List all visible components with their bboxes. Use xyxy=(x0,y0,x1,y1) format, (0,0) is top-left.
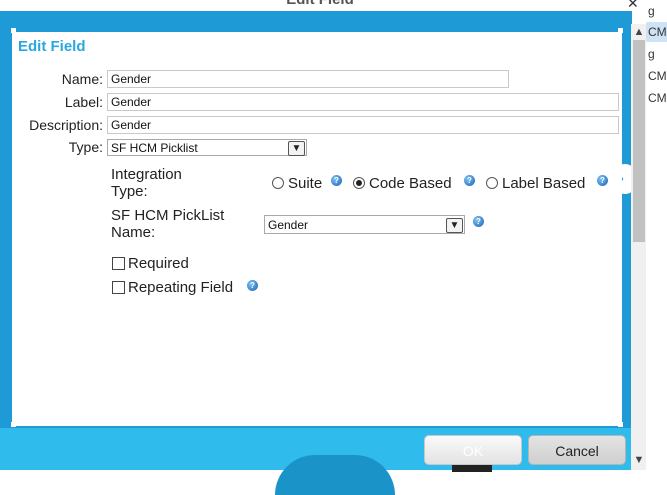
side-panel-item[interactable]: CM xyxy=(648,25,667,39)
scroll-up-arrow-icon[interactable]: ▲ xyxy=(632,24,646,40)
panel-corner-marker xyxy=(11,28,16,33)
help-icon[interactable]: ? xyxy=(473,216,484,227)
scrollbar-thumb[interactable] xyxy=(633,40,645,242)
cancel-button[interactable]: Cancel xyxy=(528,435,626,465)
help-icon[interactable]: ? xyxy=(464,175,475,186)
chevron-down-icon[interactable]: ▼ xyxy=(288,141,305,156)
panel-corner-marker xyxy=(618,28,623,33)
picklist-name-select-value: Gender xyxy=(268,218,309,232)
radio-suite-label[interactable]: Suite xyxy=(288,175,322,192)
type-select[interactable]: SF HCM Picklist ▼ xyxy=(107,139,307,156)
integration-type-label-line2: Type: xyxy=(111,183,148,200)
help-icon[interactable]: ? xyxy=(247,280,258,291)
radio-label-based[interactable] xyxy=(486,177,498,189)
picklist-name-select[interactable]: Gender ▼ xyxy=(264,215,465,234)
help-icon[interactable]: ? xyxy=(331,175,342,186)
required-checkbox[interactable] xyxy=(112,257,125,270)
dialog-title: Edit Field xyxy=(270,0,370,8)
repeating-field-label[interactable]: Repeating Field xyxy=(128,279,233,296)
type-label: Type: xyxy=(68,139,103,155)
name-label: Name: xyxy=(61,71,103,87)
form-heading: Edit Field xyxy=(18,38,86,55)
repeating-field-checkbox[interactable] xyxy=(112,281,125,294)
footer-decoration xyxy=(275,455,395,495)
ok-button[interactable]: OK xyxy=(424,435,522,465)
side-panel-item[interactable]: CM xyxy=(648,91,667,105)
picklist-name-label-line2: Name: xyxy=(111,224,156,241)
label-label: Label: xyxy=(64,94,103,110)
help-icon[interactable]: ? xyxy=(597,175,608,186)
radio-suite[interactable] xyxy=(272,177,284,189)
name-input[interactable]: Gender xyxy=(107,70,509,88)
radio-label-based-label[interactable]: Label Based xyxy=(502,175,585,192)
radio-code-based[interactable] xyxy=(353,177,365,189)
required-label[interactable]: Required xyxy=(128,255,189,272)
side-panel-item[interactable]: g xyxy=(648,4,655,18)
side-panel-item[interactable]: CM xyxy=(648,69,667,83)
close-icon[interactable]: ✕ xyxy=(627,0,639,12)
panel-corner-marker xyxy=(618,422,623,427)
description-input[interactable]: Gender xyxy=(107,116,619,134)
type-select-value: SF HCM Picklist xyxy=(111,141,198,155)
scroll-down-arrow-icon[interactable]: ▼ xyxy=(632,452,646,468)
side-panel-item[interactable]: g xyxy=(648,47,655,61)
description-label: Description: xyxy=(29,117,103,133)
picklist-name-label-line1: SF HCM PickList xyxy=(111,207,225,224)
panel-corner-marker xyxy=(11,422,16,427)
integration-type-label-line1: Integration xyxy=(111,166,182,183)
radio-code-based-label[interactable]: Code Based xyxy=(369,175,452,192)
chevron-down-icon[interactable]: ▼ xyxy=(446,218,463,233)
label-input[interactable]: Gender xyxy=(107,93,619,111)
